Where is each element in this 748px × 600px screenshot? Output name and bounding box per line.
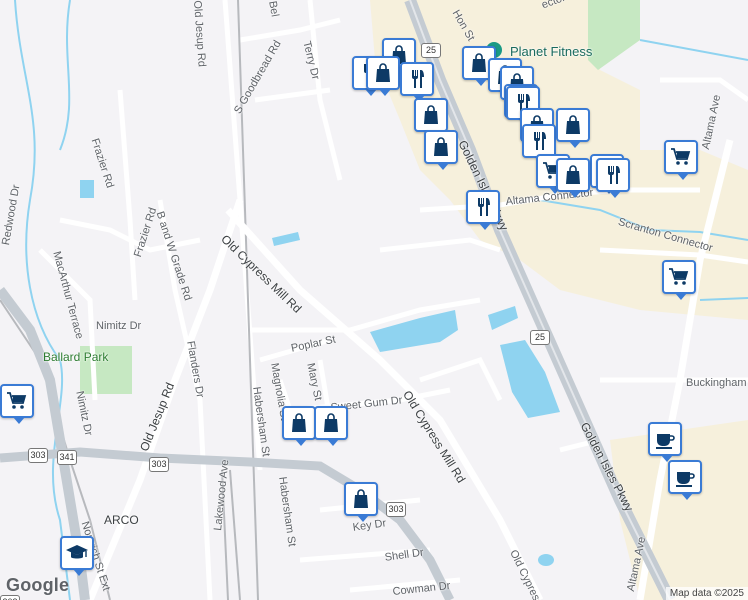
ballard-park-label: Ballard Park	[43, 350, 109, 364]
shopping-cart-icon	[669, 268, 689, 285]
coffee-cup-icon	[656, 434, 675, 449]
shopping-cart-marker[interactable]	[0, 384, 34, 424]
shopping-bag-marker[interactable]	[414, 98, 448, 138]
canal	[639, 39, 748, 61]
shopping-bag-marker[interactable]	[556, 108, 590, 148]
restaurant-icon	[412, 70, 424, 88]
pond	[272, 232, 300, 246]
shopping-bag-marker[interactable]	[282, 406, 316, 446]
shopping-bag-icon	[324, 413, 338, 432]
shopping-cart-icon	[7, 392, 27, 409]
shopping-bag-marker[interactable]	[314, 406, 348, 446]
planet-fitness-label[interactable]: Planet Fitness	[510, 44, 592, 59]
street-label: Bel	[266, 0, 281, 18]
shopping-bag-marker[interactable]	[556, 158, 590, 198]
shopping-cart-icon	[671, 148, 691, 165]
restaurant-marker[interactable]	[466, 190, 500, 230]
pond	[80, 180, 94, 198]
restaurant-marker[interactable]	[400, 62, 434, 102]
route-shield: 303	[386, 502, 406, 517]
stream	[59, 0, 71, 151]
shopping-bag-icon	[434, 137, 448, 156]
graduation-cap-marker[interactable]	[60, 536, 94, 576]
shopping-bag-marker[interactable]	[344, 482, 378, 522]
map-canvas[interactable]: Old Jesup Rd Bel S Goodbread Rd Terry Dr…	[0, 0, 748, 600]
pond	[488, 306, 518, 330]
shopping-cart-marker[interactable]	[664, 140, 698, 180]
pond	[538, 554, 554, 566]
street-label: Buckingham	[686, 377, 747, 389]
coffee-cup-marker[interactable]	[648, 422, 682, 462]
route-shield: 341	[57, 450, 77, 465]
shopping-bag-marker[interactable]	[366, 56, 400, 96]
coffee-cup-marker[interactable]	[668, 460, 702, 500]
restaurant-icon	[478, 198, 490, 216]
restaurant-marker[interactable]	[596, 158, 630, 198]
shopping-bag-icon	[376, 63, 390, 82]
place-label: ARCO	[104, 513, 139, 527]
restaurant-icon	[534, 132, 546, 150]
park-area	[588, 0, 640, 70]
route-shield: 25	[421, 43, 441, 58]
pond	[370, 310, 458, 352]
shopping-bag-icon	[292, 413, 306, 432]
shopping-bag-icon	[354, 489, 368, 508]
shopping-bag-icon	[566, 165, 580, 184]
coffee-cup-icon	[676, 472, 695, 487]
shopping-cart-marker[interactable]	[662, 260, 696, 300]
stream	[14, 0, 71, 600]
shopping-bag-marker[interactable]	[424, 130, 458, 170]
google-logo: Google	[6, 575, 70, 595]
restaurant-marker[interactable]	[522, 124, 556, 164]
route-shield: 303	[149, 457, 169, 472]
route-shield: 25	[530, 330, 550, 345]
shopping-bag-icon	[566, 115, 580, 134]
graduation-cap-icon	[66, 545, 88, 559]
route-shield: 303	[28, 448, 48, 463]
street-label: Nimitz Dr	[96, 320, 142, 332]
map-attribution[interactable]: Map data ©2025	[665, 587, 748, 600]
restaurant-icon	[608, 166, 620, 184]
shopping-bag-icon	[424, 105, 438, 124]
